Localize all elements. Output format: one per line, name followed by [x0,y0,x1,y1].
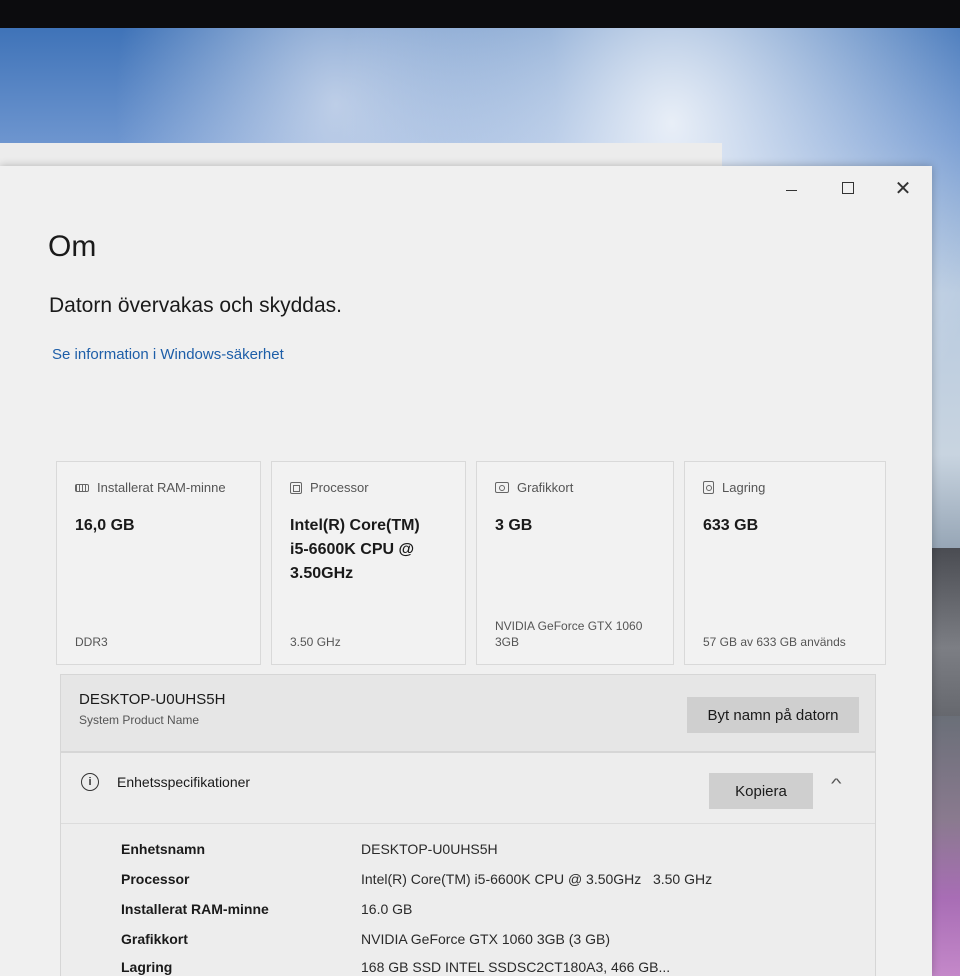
processor-icon [290,481,302,494]
ram-card-sub: DDR3 [75,635,108,649]
graphics-card-label: Grafikkort [517,480,574,495]
rename-pc-button[interactable]: Byt namn på datorn [687,697,859,733]
spec-key: Enhetsnamn [121,841,206,857]
spec-key: Grafikkort [121,931,188,947]
storage-card: Lagring 633 GB 57 GB av 633 GB används [684,461,886,665]
spec-row: Enhetsnamn DESKTOP-U0UHS5H [61,841,875,869]
device-product-name: System Product Name [79,713,200,727]
specifications-title: Enhetsspecifikationer [117,774,251,790]
processor-card: Processor Intel(R) Core(TM) i5-6600K CPU… [271,461,466,665]
graphics-card-sub: NVIDIA GeForce GTX 1060 3GB [495,619,643,649]
spec-key: Processor [121,871,190,887]
spec-value: 16.0 GB [361,901,413,917]
spec-value: Intel(R) Core(TM) i5-6600K CPU @ 3.50GHz… [361,871,713,887]
storage-card-value: 633 GB [703,517,759,534]
graphics-card-icon [495,482,509,493]
info-icon: i [81,773,99,791]
collapse-chevron-icon[interactable]: ^ [831,775,842,791]
storage-card-sub: 57 GB av 633 GB används [703,635,846,649]
spec-row: Grafikkort NVIDIA GeForce GTX 1060 3GB (… [61,931,875,959]
device-specifications: i Enhetsspecifikationer Kopiera ^ Enhets… [60,752,876,976]
spec-row: Processor Intel(R) Core(TM) i5-6600K CPU… [61,871,875,899]
minimize-icon [785,189,797,191]
storage-card-label: Lagring [722,480,766,495]
minimize-button[interactable] [768,174,814,202]
page-title: Om [48,230,97,263]
specifications-divider [61,823,875,824]
copy-button[interactable]: Kopiera [709,773,813,809]
device-name: DESKTOP-U0UHS5H [79,691,226,708]
maximize-icon [842,182,854,194]
spec-value: NVIDIA GeForce GTX 1060 3GB (3 GB) [361,931,610,947]
device-name-row: DESKTOP-U0UHS5H System Product Name Byt … [60,674,876,752]
windows-security-link[interactable]: Se information i Windows-säkerhet [52,346,284,363]
processor-card-value: Intel(R) Core(TM) i5-6600K CPU @ 3.50GHz [290,517,420,582]
storage-icon [703,481,714,494]
spec-key: Installerat RAM-minne [121,901,269,917]
protection-status: Datorn övervakas och skyddas. [49,294,342,317]
ram-card-value: 16,0 GB [75,517,135,534]
ram-icon [75,483,89,492]
spec-value: 168 GB SSD INTEL SSDSC2CT180A3, 466 GB..… [361,959,671,975]
processor-card-label: Processor [310,480,369,495]
spec-row: Installerat RAM-minne 16.0 GB [61,901,875,929]
ram-card-label: Installerat RAM-minne [97,480,226,495]
graphics-card-value: 3 GB [495,517,533,534]
processor-card-sub: 3.50 GHz [290,635,341,649]
graphics-card: Grafikkort 3 GB NVIDIA GeForce GTX 1060 … [476,461,674,665]
close-icon: ✕ [894,177,912,200]
settings-window: ✕ Om Datorn övervakas och skyddas. Se in… [0,166,932,976]
spec-value: DESKTOP-U0UHS5H [361,841,498,857]
spec-row: Lagring 168 GB SSD INTEL SSDSC2CT180A3, … [61,959,875,976]
maximize-button[interactable] [825,174,871,202]
ram-card: Installerat RAM-minne 16,0 GB DDR3 [56,461,261,665]
spec-key: Lagring [121,959,173,975]
close-button[interactable]: ✕ [880,174,926,202]
monitor-bezel [0,0,960,30]
